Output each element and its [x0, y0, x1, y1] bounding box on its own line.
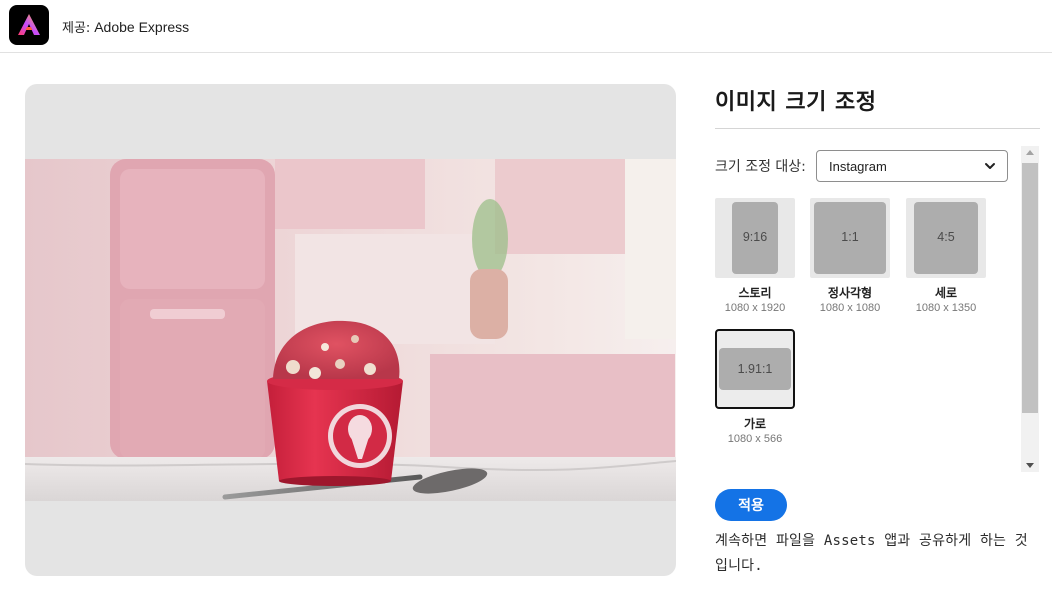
panel-divider: [715, 128, 1040, 129]
preset-name: 스토리: [738, 286, 772, 300]
preset-name: 가로: [743, 417, 767, 431]
preset-size: 1080 x 1920: [724, 302, 786, 314]
chevron-down-icon: [985, 163, 995, 169]
preset-name: 정사각형: [827, 286, 873, 300]
resize-target-select[interactable]: Instagram: [816, 150, 1008, 182]
preset-size: 1080 x 1350: [915, 302, 977, 314]
preset-scrollbar[interactable]: [1021, 146, 1039, 472]
adobe-express-logo: [9, 5, 49, 45]
header-prefix: 제공:: [62, 21, 91, 36]
preset-name: 세로: [934, 286, 958, 300]
apply-button[interactable]: 적용: [715, 489, 787, 521]
preset-landscape-tile[interactable]: 1.91:1: [715, 329, 795, 409]
preset-story-tile[interactable]: 9:16: [715, 198, 795, 278]
scroll-thumb[interactable]: [1022, 163, 1038, 413]
preset-square-tile[interactable]: 1:1: [810, 198, 890, 278]
image-preview: [25, 84, 676, 576]
app-header: 제공: Adobe Express: [0, 0, 1052, 53]
select-value: Instagram: [829, 159, 887, 174]
preset-size: 1080 x 1080: [819, 302, 881, 314]
panel-title: 이미지 크기 조정: [715, 90, 877, 115]
preset-portrait-tile[interactable]: 4:5: [906, 198, 986, 278]
preset-ratio: 9:16: [742, 230, 768, 244]
resize-target-label: 크기 조정 대상:: [715, 159, 806, 175]
scroll-down-arrow[interactable]: [1026, 463, 1034, 468]
preset-ratio: 4:5: [937, 230, 955, 244]
preset-size: 1080 x 566: [727, 433, 783, 445]
preset-ratio: 1:1: [841, 230, 859, 244]
sharing-notice: 계속하면 파일을 Assets 앱과 공유하게 하는 것입니다.: [715, 533, 1028, 574]
scroll-up-arrow[interactable]: [1026, 150, 1034, 155]
preset-ratio: 1.91:1: [737, 362, 773, 376]
header-product: Adobe Express: [90, 19, 190, 35]
header-title: 제공: Adobe Express: [62, 17, 189, 36]
ice-cream-photo: [25, 159, 676, 501]
